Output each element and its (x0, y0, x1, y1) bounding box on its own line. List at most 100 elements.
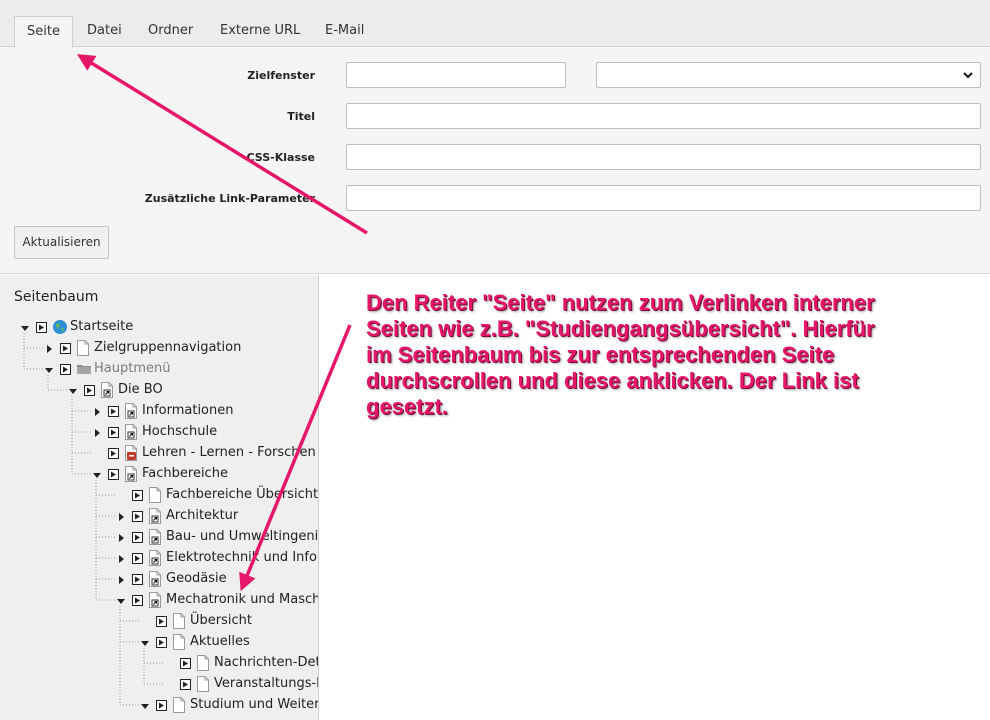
tree-item-label[interactable]: Veranstaltungs-Detail (214, 676, 318, 692)
tree-item[interactable]: Elektrotechnik und Informatik (0, 548, 318, 569)
tree-item[interactable]: Aktuelles (0, 632, 318, 653)
context-menu-icon[interactable] (132, 511, 143, 522)
css-class-input[interactable] (346, 144, 981, 170)
page-icon (76, 340, 90, 356)
shortcut-page-icon (148, 529, 162, 545)
page-icon (172, 613, 186, 629)
context-menu-icon[interactable] (60, 343, 71, 354)
tree-item[interactable]: Hauptmenü (0, 359, 318, 380)
tree-item-label[interactable]: Nachrichten-Detail (214, 655, 318, 671)
caret-down-icon[interactable] (140, 637, 150, 647)
context-menu-icon[interactable] (108, 448, 119, 459)
tree-item[interactable]: Nachrichten-Detail (0, 653, 318, 674)
tree-item-label[interactable]: Zielgruppennavigation (94, 340, 241, 356)
context-menu-icon[interactable] (132, 532, 143, 543)
tree-item[interactable]: Startseite (0, 317, 318, 338)
context-menu-icon[interactable] (60, 364, 71, 375)
tree-item[interactable]: Hochschule (0, 422, 318, 443)
context-menu-icon[interactable] (132, 553, 143, 564)
tab-externe-url[interactable]: Externe URL (208, 16, 312, 47)
shortcut-page-icon (148, 508, 162, 524)
caret-right-icon[interactable] (116, 553, 126, 563)
caret-right-icon[interactable] (116, 511, 126, 521)
page-tree-panel: Seitenbaum Startseite Zielgruppennavigati… (0, 275, 319, 720)
context-menu-icon[interactable] (108, 469, 119, 480)
context-menu-icon[interactable] (132, 490, 143, 501)
tree-item-label[interactable]: Startseite (70, 319, 133, 335)
tree-item[interactable]: Die BO (0, 380, 318, 401)
tree-item[interactable]: Architektur (0, 506, 318, 527)
caret-down-icon[interactable] (20, 322, 30, 332)
tree-item-label[interactable]: Hochschule (142, 424, 217, 440)
restricted-page-icon (124, 445, 138, 461)
context-menu-icon[interactable] (156, 637, 167, 648)
page-icon (148, 487, 162, 503)
tree-item-label[interactable]: Lehren - Lernen - Forschen (142, 445, 316, 461)
context-menu-icon[interactable] (108, 427, 119, 438)
tree-item[interactable]: Bau- und Umweltingenieurwesen (0, 527, 318, 548)
tree-item-label[interactable]: Geodäsie (166, 571, 227, 587)
caret-down-icon[interactable] (140, 700, 150, 710)
shortcut-page-icon (100, 382, 114, 398)
tree-item[interactable]: Lehren - Lernen - Forschen (0, 443, 318, 464)
tree-item[interactable]: Studium und Weiterbildung (0, 695, 318, 716)
context-menu-icon[interactable] (180, 679, 191, 690)
target-window-input[interactable] (346, 62, 566, 88)
caret-down-icon[interactable] (116, 595, 126, 605)
tab-ordner[interactable]: Ordner (136, 16, 205, 47)
target-window-select[interactable] (596, 62, 981, 88)
tree-item-label[interactable]: Fachbereiche Übersicht (166, 487, 318, 503)
context-menu-icon[interactable] (156, 616, 167, 627)
tree-item-label[interactable]: Bau- und Umweltingenieurwesen (166, 529, 318, 545)
tree-item-label[interactable]: Übersicht (190, 613, 252, 629)
context-menu-icon[interactable] (108, 406, 119, 417)
caret-right-icon[interactable] (44, 343, 54, 353)
tab-datei[interactable]: Datei (75, 16, 134, 47)
page-icon (196, 676, 210, 692)
context-menu-icon[interactable] (156, 700, 167, 711)
context-menu-icon[interactable] (36, 322, 47, 333)
tree-item-label[interactable]: Mechatronik und Maschinenbau (166, 592, 318, 608)
tree-item-label[interactable]: Fachbereiche (142, 466, 228, 482)
shortcut-page-icon (148, 571, 162, 587)
link-params-input[interactable] (346, 185, 981, 211)
tree-item-label[interactable]: Die BO (118, 382, 163, 398)
caret-right-icon[interactable] (92, 427, 102, 437)
tab-email[interactable]: E-Mail (313, 16, 376, 47)
tab-seite[interactable]: Seite (14, 16, 73, 48)
globe-icon (52, 319, 67, 335)
page-icon (172, 697, 186, 713)
shortcut-page-icon (124, 424, 138, 440)
title-label: Titel (287, 110, 315, 123)
caret-right-icon[interactable] (92, 406, 102, 416)
shortcut-page-icon (148, 592, 162, 608)
tree-item-label[interactable]: Elektrotechnik und Informatik (166, 550, 318, 566)
tree-item[interactable]: Übersicht (0, 611, 318, 632)
caret-right-icon[interactable] (116, 532, 126, 542)
update-button[interactable]: Aktualisieren (14, 226, 109, 259)
context-menu-icon[interactable] (132, 595, 143, 606)
tree-item-label[interactable]: Informationen (142, 403, 234, 419)
tree-item[interactable]: Informationen (0, 401, 318, 422)
context-menu-icon[interactable] (84, 385, 95, 396)
caret-down-icon[interactable] (68, 385, 78, 395)
tree-item-label[interactable]: Studium und Weiterbildung (190, 697, 318, 713)
tree-item-label[interactable]: Aktuelles (190, 634, 250, 650)
context-menu-icon[interactable] (180, 658, 191, 669)
caret-down-icon[interactable] (44, 364, 54, 374)
tree-item[interactable]: Fachbereiche (0, 464, 318, 485)
context-menu-icon[interactable] (132, 574, 143, 585)
tree-item[interactable]: Veranstaltungs-Detail (0, 674, 318, 695)
tree-item[interactable]: Geodäsie (0, 569, 318, 590)
tree-item[interactable]: Mechatronik und Maschinenbau (0, 590, 318, 611)
caret-down-icon[interactable] (92, 469, 102, 479)
tree-item-label[interactable]: Architektur (166, 508, 238, 524)
tree-item[interactable]: Fachbereiche Übersicht (0, 485, 318, 506)
page-icon (172, 634, 186, 650)
tree-item[interactable]: Zielgruppennavigation (0, 338, 318, 359)
tree-item-label[interactable]: Hauptmenü (94, 361, 170, 377)
link-params-label: Zusätzliche Link-Parameter (144, 192, 315, 205)
shortcut-page-icon (148, 550, 162, 566)
caret-right-icon[interactable] (116, 574, 126, 584)
title-input[interactable] (346, 103, 981, 129)
